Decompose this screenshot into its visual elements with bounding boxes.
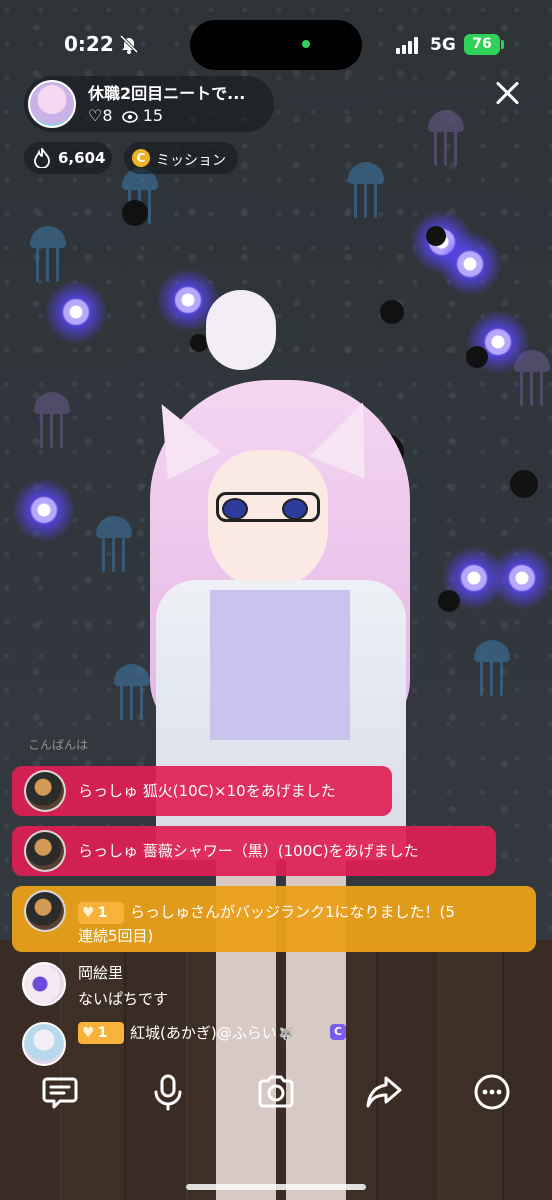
black-petal	[466, 346, 488, 368]
status-time: 0:22	[64, 32, 114, 56]
foxfire-flame	[12, 478, 76, 542]
status-bar: 0:22 5G 76	[0, 0, 552, 70]
microphone-icon[interactable]	[146, 1070, 190, 1114]
gift-message-text: らっしゅ 狐火(10C)×10をあげました	[78, 782, 336, 800]
avatar-glasses	[216, 492, 320, 522]
badge-heart-icon: ♥	[82, 1025, 95, 1041]
jellyfish-decoration	[30, 392, 74, 452]
network-type: 5G	[430, 35, 456, 55]
viewer-count: 15	[142, 106, 164, 125]
black-petal	[510, 470, 538, 498]
mission-button[interactable]: C ミッション	[124, 142, 238, 174]
stream-title: 休職2回目ニートで...	[88, 84, 246, 103]
jellyfish-decoration	[470, 640, 514, 700]
flame-icon	[34, 148, 50, 168]
battery-icon: 76	[464, 34, 500, 55]
gift-message[interactable]: らっしゅ 狐火(10C)×10をあげました	[12, 766, 392, 816]
like-count: ♡8	[88, 106, 113, 125]
mission-label: ミッション	[156, 153, 226, 169]
user-avatar[interactable]	[22, 962, 66, 1006]
streamer-info[interactable]: 休職2回目ニートで... ♡8 15	[24, 76, 274, 132]
home-indicator	[186, 1184, 366, 1190]
badge-rank: ♥ 1	[78, 1022, 124, 1044]
eye-icon	[121, 110, 138, 123]
camera-icon[interactable]	[254, 1070, 298, 1114]
coin-icon: C	[132, 149, 150, 167]
black-petal	[438, 590, 460, 612]
user-avatar[interactable]	[24, 770, 66, 812]
signal-icon	[396, 36, 422, 54]
points-value: 6,604	[58, 149, 106, 167]
user-avatar[interactable]	[24, 830, 66, 872]
chat-partial-line: こんばんは	[28, 738, 89, 750]
comment-author: 紅城(あかぎ)@ふらい 🐺	[130, 1024, 294, 1042]
jellyfish-decoration	[344, 162, 388, 222]
badge-heart-icon: ♥	[82, 905, 95, 921]
rank-message[interactable]: ♥ 1 らっしゅさんがバッジランク1になりました！(5 連続5回目)	[12, 886, 536, 952]
comment-author: 岡絵里	[78, 964, 124, 982]
streamer-avatar[interactable]	[28, 80, 76, 128]
foxfire-flame	[438, 232, 502, 296]
badge-rank: ♥ 1	[78, 902, 124, 924]
rank-message-line-2: 連続5回目)	[78, 927, 154, 945]
comment-text: ないぱちです	[78, 990, 169, 1008]
black-petal	[426, 226, 446, 246]
dynamic-island	[190, 20, 362, 70]
gift-message[interactable]: らっしゅ 薔薇シャワー（黒）(100C)をあげました	[12, 826, 496, 876]
wolf-emoji: 🐺	[278, 1027, 294, 1041]
jellyfish-decoration	[26, 226, 70, 286]
jellyfish-decoration	[424, 110, 468, 170]
c-badge-icon: C	[330, 1024, 346, 1040]
stream-video	[0, 0, 552, 1200]
vtuber-avatar	[120, 290, 440, 1200]
comment-icon[interactable]	[38, 1070, 82, 1114]
avatar-bear-plush	[206, 290, 276, 370]
avatar-shirt	[210, 590, 350, 740]
foxfire-flame	[490, 546, 552, 610]
user-avatar[interactable]	[24, 890, 66, 932]
stream-stats: ♡8 15	[88, 106, 163, 125]
battery-tip	[501, 40, 504, 49]
rank-message-line-1: らっしゅさんがバッジランク1になりました！(5	[130, 903, 455, 921]
user-avatar[interactable]	[22, 1022, 66, 1066]
bell-slash-icon	[119, 34, 139, 54]
camera-indicator-dot	[302, 40, 310, 48]
gift-message-text: らっしゅ 薔薇シャワー（黒）(100C)をあげました	[78, 842, 419, 860]
close-button[interactable]	[488, 74, 528, 114]
share-icon[interactable]	[362, 1070, 406, 1114]
more-icon[interactable]	[470, 1070, 514, 1114]
avatar-face	[208, 450, 328, 590]
black-petal	[122, 200, 148, 226]
points-counter[interactable]: 6,604	[24, 142, 112, 174]
foxfire-flame	[44, 280, 108, 344]
